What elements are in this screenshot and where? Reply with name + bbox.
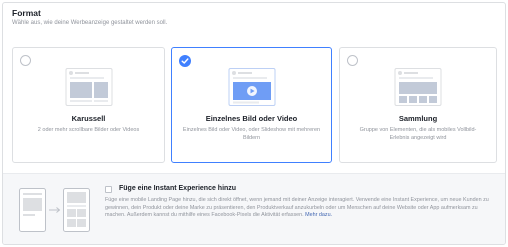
format-option-collection[interactable]: Sammlung Gruppe von Elementen, die als m… [339, 47, 497, 163]
card-description: 2 oder mehr scrollbare Bilder oder Video… [37, 127, 140, 133]
format-option-carousel[interactable]: Karussell 2 oder mehr scrollbare Bilder … [12, 47, 165, 163]
card-label: Karussell [71, 114, 106, 123]
radio-collection[interactable] [347, 55, 358, 66]
single-image-video-illustration-icon [228, 68, 275, 106]
format-option-single-image-video[interactable]: Einzelnes Bild oder Video Einzelnes Bild… [171, 47, 332, 163]
instant-experience-illustration-icon [19, 188, 90, 232]
learn-more-link[interactable]: Mehr dazu. [305, 212, 332, 218]
instant-experience-description: Füge eine mobile Landing Page hinzu, die… [105, 197, 497, 220]
card-label: Sammlung [398, 114, 438, 123]
format-subtitle: Wähle aus, wie deine Werbeanzeige gestal… [12, 20, 168, 26]
collection-illustration-icon [394, 68, 442, 106]
instant-experience-checkbox[interactable] [105, 186, 112, 193]
card-label: Einzelnes Bild oder Video [205, 114, 298, 123]
carousel-illustration-icon [65, 68, 112, 106]
card-description: Einzelnes Bild oder Video, oder Slidesho… [182, 127, 321, 141]
card-description: Gruppe von Elementen, die als mobiles Vo… [359, 127, 477, 141]
selected-check-icon[interactable] [179, 55, 191, 67]
format-title: Format [12, 8, 41, 18]
format-panel: Format Wähle aus, wie deine Werbeanzeige… [2, 2, 506, 245]
radio-carousel[interactable] [20, 55, 31, 66]
instant-experience-title: Füge eine Instant Experience hinzu [119, 185, 237, 192]
instant-experience-section: Füge eine Instant Experience hinzu Füge … [3, 173, 505, 244]
instant-experience-description-text: Füge eine mobile Landing Page hinzu, die… [105, 197, 489, 219]
